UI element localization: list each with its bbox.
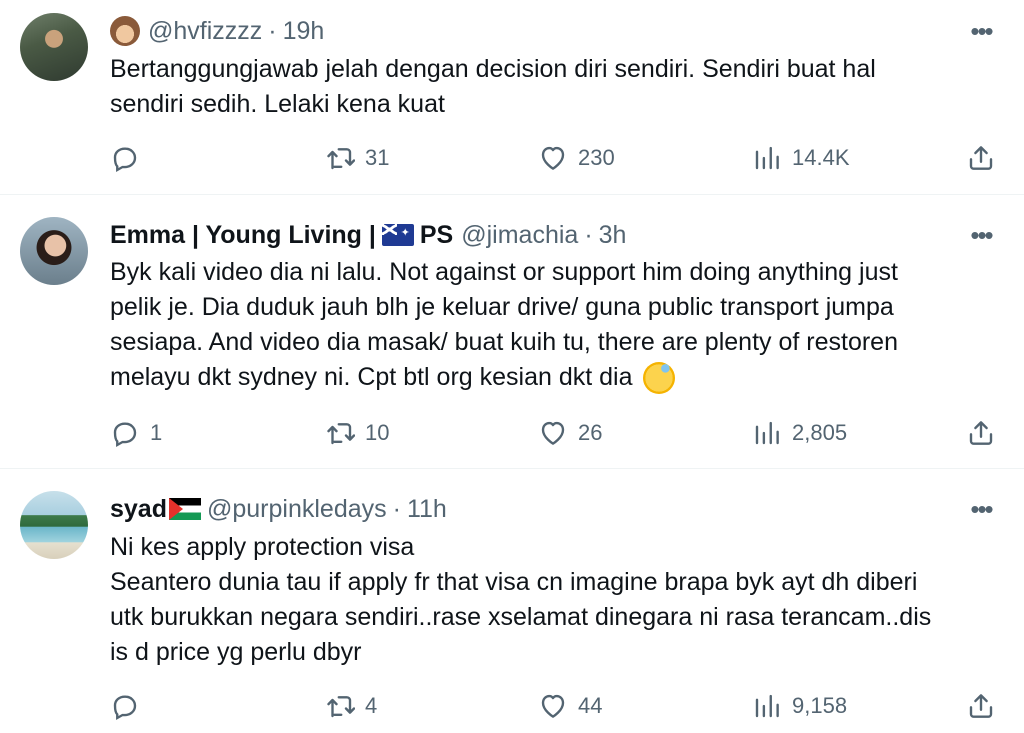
- see-no-evil-monkey-emoji: [110, 16, 140, 46]
- views-button[interactable]: 9,158: [752, 686, 847, 726]
- tweet-text-segment: melayu dkt sydney ni. Cpt btl org kesian…: [110, 363, 633, 391]
- separator-dot: ·: [584, 220, 593, 249]
- australia-flag-emoji: [381, 224, 414, 246]
- separator-dot: ·: [268, 16, 277, 45]
- tweet-1[interactable]: @hvfizzzz · 19h ••• Bertanggungjawab jel…: [0, 0, 1024, 194]
- share-button[interactable]: [966, 413, 996, 453]
- tweet-text-line: is d price yg perlu dbyr: [110, 638, 362, 666]
- tweet-header: Emma | Young Living | PS @jimachia · 3h: [110, 215, 626, 255]
- views-chart-icon: [755, 146, 779, 170]
- tweet-header: @hvfizzzz · 19h: [110, 11, 324, 51]
- retweet-count: 31: [365, 145, 390, 170]
- more-options-icon[interactable]: •••: [966, 16, 996, 46]
- share-icon: [969, 146, 993, 170]
- share-button[interactable]: [966, 686, 996, 726]
- action-bar: 31 230 14.4K: [0, 138, 1024, 178]
- like-count: 230: [578, 145, 615, 170]
- reply-icon: [113, 695, 137, 721]
- display-name[interactable]: syad: [110, 495, 167, 524]
- tweet-2[interactable]: Emma | Young Living | PS @jimachia · 3h …: [0, 195, 1024, 468]
- views-button[interactable]: 14.4K: [752, 138, 850, 178]
- reply-button[interactable]: [110, 138, 150, 178]
- tweet-text-line: Ni kes apply protection visa: [110, 533, 415, 561]
- like-button[interactable]: 44: [538, 686, 602, 726]
- retweet-button[interactable]: 10: [325, 413, 389, 453]
- reply-icon: [113, 422, 137, 448]
- views-button[interactable]: 2,805: [752, 413, 847, 453]
- tweet-text-line: Seantero dunia tau if apply fr that visa…: [110, 568, 918, 596]
- retweet-icon: [327, 423, 355, 445]
- display-name-suffix[interactable]: PS: [420, 221, 453, 250]
- heart-icon: [541, 694, 565, 718]
- retweet-button[interactable]: 31: [325, 138, 389, 178]
- grinning-sweat-emoji: [643, 362, 676, 395]
- retweet-icon: [327, 148, 355, 170]
- palestine-flag-emoji: [168, 498, 201, 520]
- tweet-text-line: Bertanggungjawab jelah dengan decision d…: [110, 55, 876, 83]
- action-bar: 4 44 9,158: [0, 686, 1024, 726]
- more-options-icon[interactable]: •••: [966, 220, 996, 250]
- tweet-text-line: sendiri sedih. Lelaki kena kuat: [110, 90, 445, 118]
- like-button[interactable]: 230: [538, 138, 615, 178]
- user-handle[interactable]: @hvfizzzz: [148, 17, 262, 46]
- views-chart-icon: [755, 694, 779, 718]
- reply-icon: [113, 147, 137, 173]
- avatar[interactable]: [20, 13, 88, 81]
- timestamp[interactable]: 3h: [599, 221, 627, 250]
- tweet-text-line: utk burukkan negara sendiri..rase xselam…: [110, 603, 932, 631]
- user-handle[interactable]: @jimachia: [461, 221, 578, 250]
- tweet-text: Ni kes apply protection visa Seantero du…: [110, 530, 990, 670]
- avatar[interactable]: [20, 217, 88, 285]
- share-icon: [969, 421, 993, 445]
- tweet-text-line: Byk kali video dia ni lalu. Not against …: [110, 258, 898, 286]
- retweet-count: 10: [365, 420, 390, 445]
- avatar[interactable]: [20, 491, 88, 559]
- display-name[interactable]: Emma | Young Living |: [110, 221, 376, 250]
- reply-count: 1: [150, 420, 163, 445]
- tweet-text: Bertanggungjawab jelah dengan decision d…: [110, 52, 990, 122]
- heart-icon: [541, 421, 565, 445]
- like-count: 26: [578, 420, 603, 445]
- share-button[interactable]: [966, 138, 996, 178]
- views-count: 2,805: [792, 420, 848, 445]
- tweet-text-line-last: melayu dkt sydney ni. Cpt btl org kesian…: [110, 360, 990, 395]
- timestamp[interactable]: 11h: [407, 495, 447, 524]
- retweet-button[interactable]: 4: [325, 686, 377, 726]
- tweet-header: syad @purpinkledays · 11h: [110, 489, 447, 529]
- action-bar: 1 10 26 2,805: [0, 413, 1024, 453]
- user-handle[interactable]: @purpinkledays: [207, 495, 387, 524]
- heart-icon: [541, 146, 565, 170]
- views-count: 9,158: [792, 693, 848, 718]
- retweet-icon: [327, 696, 355, 718]
- views-count: 14.4K: [792, 145, 850, 170]
- timestamp[interactable]: 19h: [283, 17, 325, 46]
- tweet-text: Byk kali video dia ni lalu. Not against …: [110, 255, 990, 395]
- share-icon: [969, 694, 993, 718]
- tweet-text-line: sesiapa. And video dia masak/ buat kuih …: [110, 328, 898, 356]
- separator-dot: ·: [392, 494, 401, 523]
- like-count: 44: [578, 693, 603, 718]
- retweet-count: 4: [365, 693, 378, 718]
- tweet-3[interactable]: syad @purpinkledays · 11h ••• Ni kes app…: [0, 469, 1024, 733]
- views-chart-icon: [755, 421, 779, 445]
- like-button[interactable]: 26: [538, 413, 602, 453]
- more-options-icon[interactable]: •••: [966, 494, 996, 524]
- reply-button[interactable]: [110, 686, 150, 726]
- reply-button[interactable]: 1: [110, 413, 162, 453]
- tweet-text-line: pelik je. Dia duduk jauh blh je keluar d…: [110, 293, 894, 321]
